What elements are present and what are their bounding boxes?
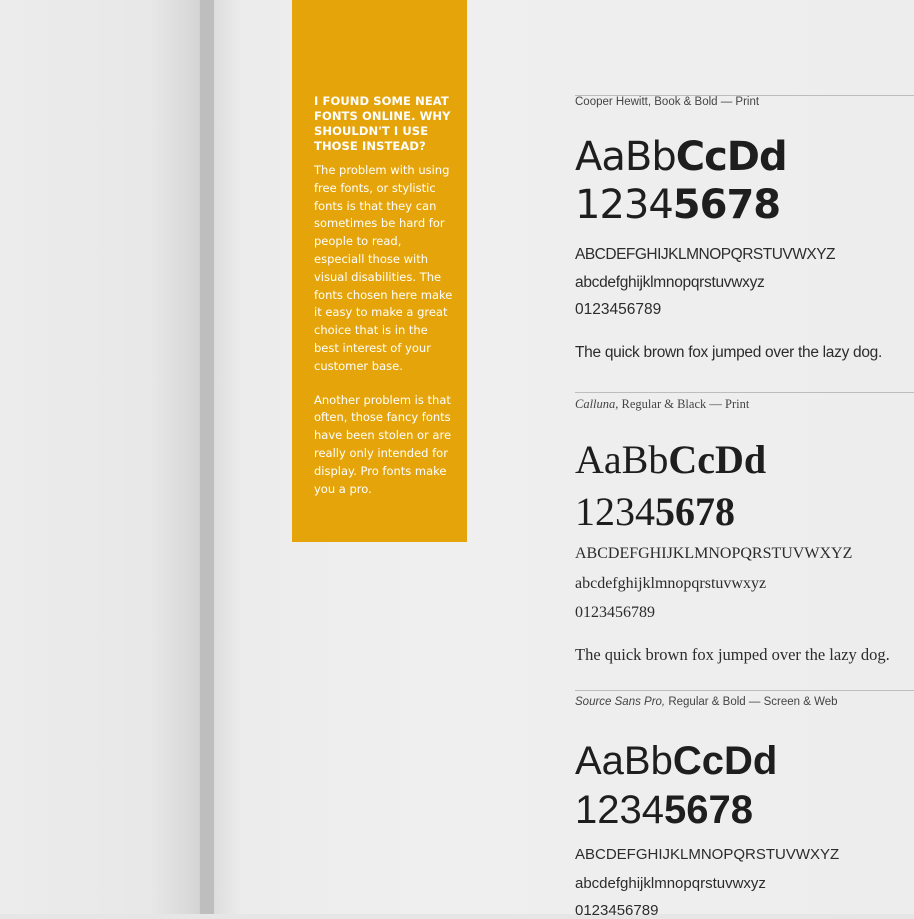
specimen-caption: Source Sans Pro, Regular & Bold — Screen…: [575, 696, 838, 708]
specimen-digits: 12345678: [575, 182, 781, 228]
sidebar-heading: I FOUND SOME NEAT FONTS ONLINE. WHY SHOU…: [314, 94, 451, 153]
letters-regular: AaBb: [575, 739, 673, 783]
caption-font-name: Source Sans Pro,: [575, 696, 666, 708]
specimen-lowercase: abcdefghijklmnopqrstuvwxyz: [575, 274, 765, 291]
digits-bold: 5678: [663, 788, 753, 832]
specimen-divider: [575, 690, 914, 691]
sidebar-paragraph-2: Another problem is that often, those fan…: [314, 392, 452, 496]
specimen-caption: Cooper Hewitt, Book & Bold — Print: [575, 96, 760, 108]
specimen-calluna: Calluna, Regular & Black — Print AaBbCcD…: [575, 397, 914, 677]
digits-regular: 1234: [575, 489, 655, 534]
specimen-numerals: 0123456789: [575, 301, 662, 318]
specimen-digits: 12345678: [575, 787, 753, 833]
sidebar-paragraph-1: The problem with using free fonts, or st…: [314, 163, 453, 373]
caption-rest: Regular & Black — Print: [618, 397, 750, 411]
specimen-lowercase: abcdefghijklmnopqrstuvwxyz: [575, 875, 766, 892]
letters-bold: CcDd: [675, 134, 788, 180]
specimen-source-sans-pro: Source Sans Pro, Regular & Bold — Screen…: [575, 696, 914, 919]
faq-sidebar: I FOUND SOME NEAT FONTS ONLINE. WHY SHOU…: [292, 0, 467, 542]
book-gutter: [200, 0, 240, 914]
letters-regular: AaBb: [575, 134, 677, 180]
specimen-letters: AaBbCcDd: [575, 738, 777, 784]
letters-regular: AaBb: [575, 437, 669, 482]
digits-bold: 5678: [655, 489, 735, 534]
specimen-uppercase: ABCDEFGHIJKLMNOPQRSTUVWXYZ: [575, 246, 836, 263]
specimen-letters: AaBbCcDd: [575, 134, 788, 180]
letters-bold: CcDd: [672, 739, 778, 783]
letters-bold: CcDd: [668, 437, 767, 482]
digits-regular: 1234: [575, 182, 674, 228]
digits-regular: 1234: [575, 788, 664, 832]
specimen-uppercase: ABCDEFGHIJKLMNOPQRSTUVWXYZ: [575, 545, 853, 562]
specimen-lowercase: abcdefghijklmnopqrstuvwxyz: [575, 575, 767, 592]
caption-rest: Regular & Bold — Screen & Web: [665, 696, 838, 708]
specimen-numerals: 0123456789: [575, 902, 659, 919]
specimen-cooper-hewitt: Cooper Hewitt, Book & Bold — Print AaBbC…: [575, 96, 914, 376]
caption-font-name: Calluna,: [575, 397, 619, 411]
digits-bold: 5678: [672, 182, 781, 228]
specimen-letters: AaBbCcDd: [575, 437, 766, 483]
specimen-sentence: The quick brown fox jumped over the lazy…: [575, 344, 883, 361]
specimen-uppercase: ABCDEFGHIJKLMNOPQRSTUVWXYZ: [575, 846, 840, 863]
specimen-numerals: 0123456789: [575, 604, 655, 621]
specimen-caption: Calluna, Regular & Black — Print: [575, 397, 749, 412]
left-page: [0, 0, 214, 914]
specimen-digits: 12345678: [575, 489, 735, 535]
specimen-divider: [575, 392, 914, 393]
specimen-sentence: The quick brown fox jumped over the lazy…: [575, 645, 890, 664]
